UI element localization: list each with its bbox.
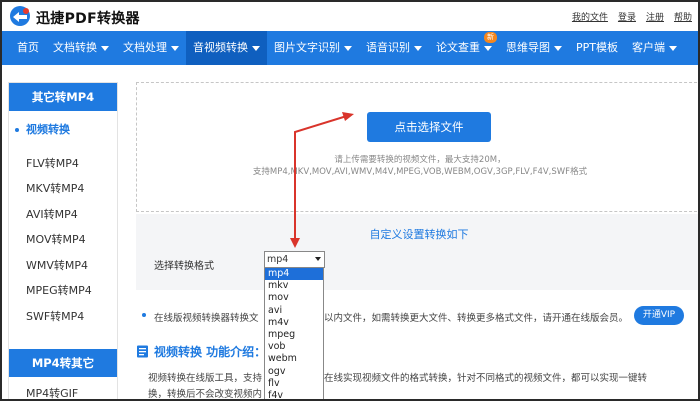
browser-frame: 迅捷PDF转换器 我的文件 登录 注册 帮助 首页 文档转换 文档处理 音视频转… [0, 0, 700, 401]
nav-label: 图片文字识别 [274, 41, 340, 54]
sidebar-heading: 其它转MP4 [9, 83, 117, 111]
notice-text-end: 以内文件，如需转换更大文件、转换更多格式文件，请开通在线版会员。 [324, 313, 629, 324]
nav-item-doc-process[interactable]: 文档处理 [116, 31, 186, 65]
upload-dropzone[interactable]: 点击选择文件 请上传需要转换的视频文件，最大支持20M， 支持MP4,MKV,M… [136, 82, 698, 212]
brand-name[interactable]: 迅捷PDF转换器 [36, 8, 140, 28]
nav-item-doc-convert[interactable]: 文档转换 [46, 31, 116, 65]
nav-item-home[interactable]: 首页 [10, 31, 46, 65]
sidebar-item-wmv[interactable]: WMV转MP4 [9, 253, 117, 279]
format-option[interactable]: m4v [265, 317, 323, 329]
nav-label: 客户端 [632, 41, 665, 54]
top-bar: 迅捷PDF转换器 我的文件 登录 注册 帮助 [2, 2, 698, 31]
format-option[interactable]: flv [265, 378, 323, 390]
format-label: 选择转换格式 [154, 261, 214, 272]
brand-logo-icon[interactable] [8, 5, 32, 27]
nav-item-mindmap[interactable]: 思维导图 [499, 31, 569, 65]
intro-title: 视频转换 功能介绍： [154, 345, 267, 359]
help-link[interactable]: 帮助 [674, 10, 692, 23]
account-links: 我的文件 登录 注册 帮助 [572, 10, 692, 23]
format-option[interactable]: avi [265, 305, 323, 317]
format-dropdown-list: mp4 mkv mov avi m4v mpeg vob webm ogv fl… [264, 267, 324, 399]
nav-label: 首页 [17, 41, 39, 54]
settings-title: 自定义设置转换如下 [369, 228, 469, 241]
my-files-link[interactable]: 我的文件 [572, 10, 608, 23]
format-option[interactable]: mpeg [265, 329, 323, 341]
notice-text-start: 在线版视频转换器转换文 [154, 313, 259, 324]
nav-label: 论文查重 [436, 41, 480, 54]
bullet-icon [142, 313, 146, 317]
nav-label: 语音识别 [366, 41, 410, 54]
nav-label: 思维导图 [506, 41, 550, 54]
intro-text-line1-end: 在线实现视频文件的格式转换，针对不同格式的视频文件，都可以实现一键转 [324, 373, 648, 384]
choose-file-button[interactable]: 点击选择文件 [367, 112, 491, 142]
main-nav: 首页 文档转换 文档处理 音视频转换 图片文字识别 语音识别 论文查重新 思维导… [2, 31, 698, 65]
sidebar: 其它转MP4 视频转换 FLV转MP4 MKV转MP4 AVI转MP4 MOV转… [8, 82, 118, 399]
sidebar-item-swf[interactable]: SWF转MP4 [9, 304, 117, 330]
chevron-down-icon [171, 45, 179, 51]
format-option[interactable]: webm [265, 353, 323, 365]
nav-item-ppt[interactable]: PPT模板 [569, 31, 625, 65]
chevron-down-icon [669, 45, 677, 51]
nav-label: 文档处理 [123, 41, 167, 54]
nav-label: PPT模板 [576, 41, 618, 54]
nav-item-av-convert[interactable]: 音视频转换 [186, 31, 267, 65]
intro-text-line1-start: 视频转换在线版工具，支持 [148, 373, 263, 384]
register-link[interactable]: 注册 [646, 10, 664, 23]
settings-panel: 自定义设置转换如下 选择转换格式 mp4 [136, 214, 698, 290]
open-vip-button[interactable]: 开通VIP [634, 306, 684, 325]
intro-text-line2-start: 换，转换后不会改变视频内 [148, 389, 263, 400]
chevron-down-icon [252, 45, 260, 51]
login-link[interactable]: 登录 [618, 10, 636, 23]
chevron-down-icon [484, 45, 492, 51]
vip-notice: 在线版视频转换器转换文 以内文件，如需转换更大文件、转换更多格式文件，请开通在线… [136, 302, 698, 330]
document-icon [137, 345, 148, 358]
nav-item-plagiarism[interactable]: 论文查重新 [429, 31, 499, 65]
upload-hint-formats: 支持MP4,MKV,MOV,AVI,WMV,M4V,MPEG,VOB,WEBM,… [252, 167, 588, 177]
format-option[interactable]: mkv [265, 280, 323, 292]
nav-item-image-ocr[interactable]: 图片文字识别 [267, 31, 359, 65]
sidebar-item-avi[interactable]: AVI转MP4 [9, 202, 117, 228]
sidebar-item-flv[interactable]: FLV转MP4 [9, 151, 117, 177]
sidebar-item-mp4-gif[interactable]: MP4转GIF [9, 385, 78, 399]
nav-label: 音视频转换 [193, 41, 248, 54]
format-option[interactable]: ogv [265, 366, 323, 378]
upload-hint-size: 请上传需要转换的视频文件，最大支持20M， [334, 155, 506, 165]
format-option[interactable]: mov [265, 292, 323, 304]
nav-label: 文档转换 [53, 41, 97, 54]
format-select-value: mp4 [267, 254, 289, 265]
nav-item-client[interactable]: 客户端 [625, 31, 684, 65]
sidebar-item-mov[interactable]: MOV转MP4 [9, 227, 117, 253]
format-option[interactable]: f4v [265, 390, 323, 399]
format-select[interactable]: mp4 [264, 251, 325, 268]
nav-item-speech[interactable]: 语音识别 [359, 31, 429, 65]
sidebar-heading-2: MP4转其它 [9, 349, 117, 377]
sidebar-item-video-convert[interactable]: 视频转换 [9, 117, 117, 143]
chevron-down-icon [101, 45, 109, 51]
format-option[interactable]: vob [265, 341, 323, 353]
sidebar-item-mpeg[interactable]: MPEG转MP4 [9, 278, 117, 304]
new-badge: 新 [484, 32, 497, 43]
chevron-down-icon [344, 45, 352, 51]
chevron-down-icon [414, 45, 422, 51]
chevron-down-icon [554, 45, 562, 51]
chevron-down-icon [315, 257, 321, 261]
sidebar-item-mkv[interactable]: MKV转MP4 [9, 176, 117, 202]
format-option[interactable]: mp4 [265, 268, 323, 281]
